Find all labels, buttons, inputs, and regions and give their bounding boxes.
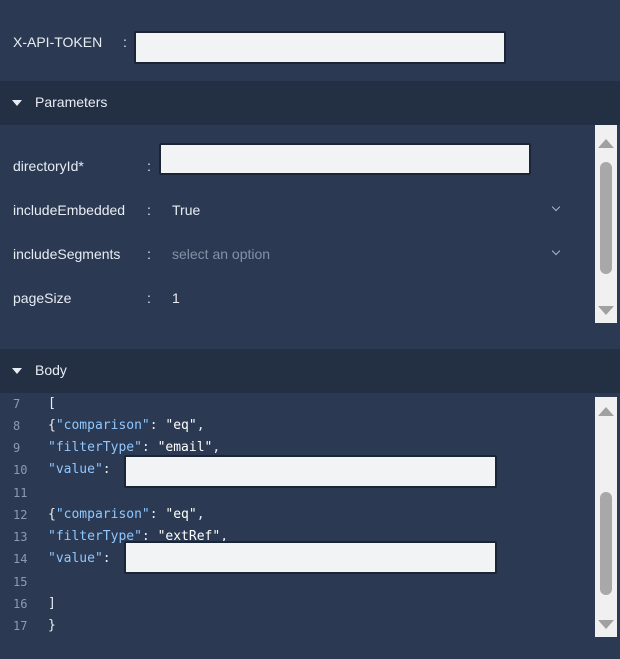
scroll-thumb[interactable]	[600, 492, 612, 595]
line-number: 17	[13, 619, 28, 633]
line-number: 14	[13, 552, 28, 566]
body-scrollbar[interactable]	[595, 397, 617, 637]
code-line: "filterType": "email",	[48, 440, 221, 455]
scroll-up-arrow-icon[interactable]	[598, 139, 614, 148]
body-section-header[interactable]: Body	[0, 349, 620, 393]
code-line: {"comparison": "eq",	[48, 418, 205, 433]
api-token-colon: :	[123, 34, 127, 50]
scroll-down-arrow-icon[interactable]	[598, 306, 614, 315]
line-number: 8	[13, 419, 21, 433]
json-key: "value"	[48, 551, 103, 566]
scroll-up-arrow-icon[interactable]	[598, 407, 614, 416]
page-size-label: pageSize	[13, 290, 72, 306]
body-code-editor[interactable]: 7 8 9 10 11 12 13 14 15 16 17 [ {"compar…	[0, 393, 594, 643]
include-embedded-value: True	[172, 202, 201, 218]
json-punct: }	[48, 618, 56, 633]
code-line: }	[48, 618, 56, 633]
body-section-title: Body	[35, 362, 67, 378]
include-embedded-colon: :	[147, 202, 151, 218]
line-number: 11	[13, 486, 28, 500]
include-segments-label: includeSegments	[13, 246, 121, 262]
line-number: 13	[13, 530, 28, 544]
code-line: {"comparison": "eq",	[48, 507, 205, 522]
api-token-label: X-API-TOKEN	[13, 34, 103, 50]
parameters-section-title: Parameters	[35, 94, 108, 110]
directory-id-label: directoryId*	[13, 158, 84, 174]
redacted-value-box	[124, 541, 497, 574]
line-number: 16	[13, 597, 28, 611]
chevron-down-icon	[551, 246, 561, 256]
json-string: "email"	[157, 440, 213, 455]
scroll-thumb[interactable]	[600, 162, 612, 274]
page-size-colon: :	[147, 290, 151, 306]
line-number: 10	[13, 463, 28, 477]
code-line: "value":	[48, 551, 119, 566]
include-segments-select[interactable]: select an option	[160, 239, 570, 269]
include-segments-placeholder: select an option	[172, 246, 271, 262]
json-punct: [	[48, 396, 56, 411]
line-number: 12	[13, 508, 28, 522]
parameters-scrollbar[interactable]	[595, 125, 617, 323]
scroll-down-arrow-icon[interactable]	[598, 620, 614, 629]
json-punct: {	[48, 418, 56, 433]
collapse-triangle-icon	[12, 100, 22, 106]
parameters-section-header[interactable]: Parameters	[0, 81, 620, 125]
include-embedded-label: includeEmbedded	[13, 202, 126, 218]
code-line: ]	[48, 596, 56, 611]
json-key: "comparison"	[55, 507, 150, 522]
directory-id-input[interactable]	[159, 143, 531, 175]
json-key: "filterType"	[48, 440, 142, 455]
include-embedded-select[interactable]: True	[160, 195, 570, 225]
line-number: 15	[13, 575, 28, 589]
code-line: [	[48, 396, 56, 411]
json-key: "value"	[48, 462, 103, 477]
json-punct: ]	[48, 596, 56, 611]
chevron-down-icon	[551, 202, 561, 212]
page-size-value[interactable]: 1	[172, 290, 180, 306]
json-punct: {	[48, 507, 56, 522]
include-segments-colon: :	[147, 246, 151, 262]
line-number: 9	[13, 441, 21, 455]
json-string: "eq"	[165, 418, 197, 433]
api-token-input[interactable]	[134, 31, 506, 64]
code-line: "value":	[48, 462, 119, 477]
json-string: "eq"	[165, 507, 197, 522]
redacted-value-box	[124, 455, 497, 488]
line-number: 7	[13, 397, 21, 411]
collapse-triangle-icon	[12, 368, 22, 374]
directory-id-colon: :	[147, 158, 151, 174]
json-key: "comparison"	[55, 418, 150, 433]
